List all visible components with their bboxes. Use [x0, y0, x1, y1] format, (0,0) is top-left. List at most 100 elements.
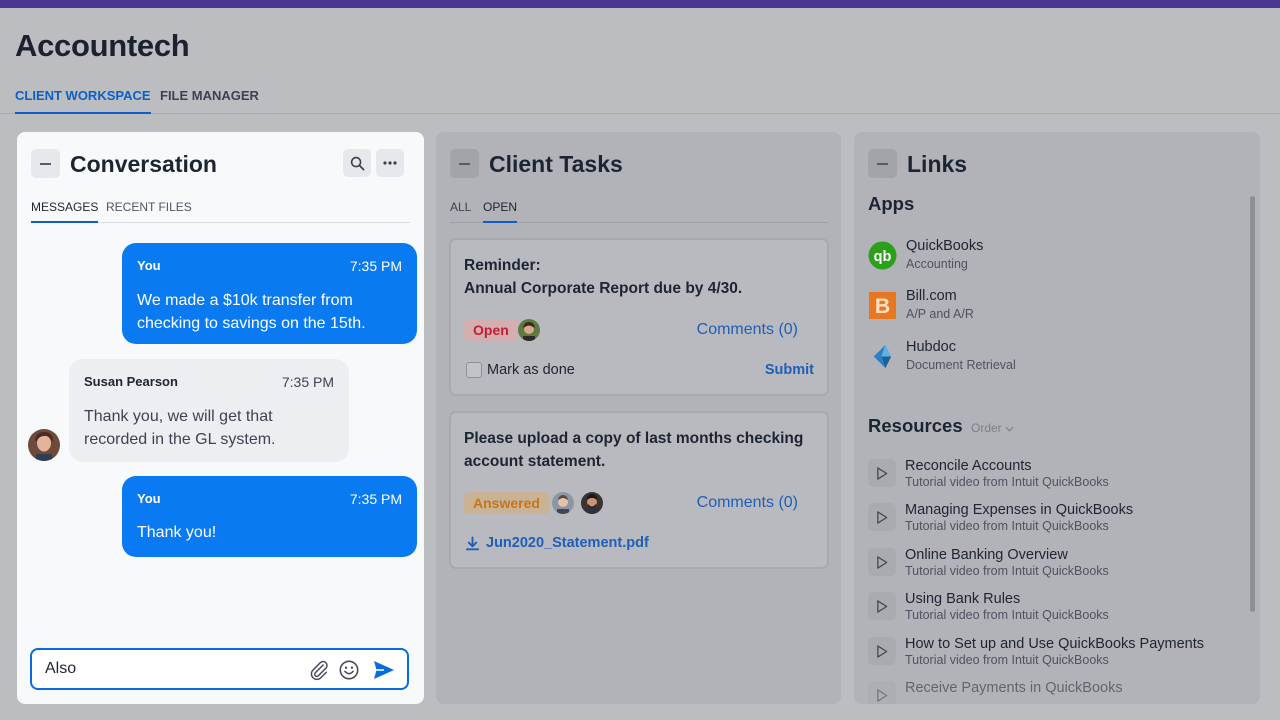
tab-messages[interactable]: MESSAGES [31, 200, 99, 223]
message-time: 7:35 PM [349, 491, 402, 507]
quickbooks-logo-icon: qb [868, 241, 897, 270]
play-icon [877, 555, 888, 569]
tab-client-workspace[interactable]: CLIENT WORKSPACE [15, 88, 151, 114]
order-dropdown[interactable]: Order [971, 421, 1014, 435]
message-sender: You [137, 258, 161, 273]
person-avatar-icon [518, 319, 540, 341]
app-name: QuickBooks [906, 238, 984, 254]
play-button[interactable] [868, 592, 896, 620]
svg-text:qb: qb [874, 249, 892, 265]
message-bubble: Susan Pearson 7:35 PM Thank you, we will… [69, 359, 349, 462]
resource-subtitle: Tutorial video from Intuit QuickBooks [905, 519, 1109, 533]
mark-done-checkbox[interactable] [466, 362, 482, 378]
play-button[interactable] [868, 637, 896, 665]
tab-all[interactable]: ALL [450, 200, 471, 223]
play-icon [877, 466, 888, 480]
message-input[interactable] [45, 659, 295, 679]
links-panel: Links Apps qb QuickBooks Accounting B Bi… [854, 132, 1260, 704]
collapse-tasks-button[interactable] [450, 149, 479, 178]
avatar [518, 319, 540, 341]
app-name: Hubdoc [906, 339, 956, 355]
links-scrollbar[interactable] [1250, 196, 1255, 612]
person-avatar-icon [28, 429, 60, 461]
message-text: Thank you, we will get that recorded in … [84, 408, 276, 448]
message-sender: Susan Pearson [84, 374, 178, 389]
download-icon[interactable] [465, 536, 480, 551]
play-button[interactable] [868, 681, 896, 704]
brand-bar [0, 0, 1280, 8]
app-title: Accountech [15, 28, 190, 63]
task-title-line: Please upload a copy of last months chec… [464, 430, 804, 447]
send-icon [374, 661, 394, 679]
apps-heading: Apps [868, 193, 915, 214]
client-tasks-title: Client Tasks [489, 151, 623, 177]
conversation-tabs: MESSAGES RECENT FILES [31, 190, 410, 223]
emoji-icon [339, 660, 359, 680]
links-title: Links [907, 151, 968, 177]
resource-name: How to Set up and Use QuickBooks Payment… [905, 636, 1205, 652]
app-subtitle: A/P and A/R [906, 307, 974, 321]
resource-subtitle: Tutorial video from Intuit QuickBooks [905, 653, 1109, 667]
paperclip-icon [310, 660, 328, 681]
comments-link[interactable]: Comments (0) [697, 321, 798, 339]
resource-subtitle: Tutorial video from Intuit QuickBooks [905, 475, 1109, 489]
tab-recent-files[interactable]: RECENT FILES [106, 200, 192, 223]
message-time: 7:35 PM [281, 374, 334, 390]
task-title-line: account statement. [464, 453, 606, 470]
tab-file-manager[interactable]: FILE MANAGER [160, 88, 259, 114]
chevron-down-icon [1005, 426, 1014, 432]
hubdoc-logo-icon [873, 344, 892, 369]
minus-icon [459, 162, 470, 165]
resource-name: Online Banking Overview [905, 547, 1068, 563]
send-button[interactable] [372, 658, 396, 682]
message-sender: You [137, 491, 161, 506]
avatar [581, 492, 603, 514]
comments-link[interactable]: Comments (0) [697, 494, 798, 512]
minus-icon [40, 162, 51, 165]
mark-done-label: Mark as done [487, 362, 575, 378]
status-badge: Answered [464, 492, 549, 514]
person-avatar-icon [552, 492, 574, 514]
conversation-title: Conversation [70, 151, 217, 177]
order-label: Order [971, 421, 1002, 435]
collapse-links-button[interactable] [868, 149, 897, 178]
resource-subtitle: Tutorial video from Intuit QuickBooks [905, 564, 1109, 578]
message-bubble: You 7:35 PM Thank you! [122, 476, 417, 557]
task-title-line: Annual Corporate Report due by 4/30. [464, 280, 743, 297]
tasks-tabs: ALL OPEN [450, 190, 828, 223]
person-avatar-icon [581, 492, 603, 514]
more-horizontal-icon [383, 161, 397, 165]
play-button[interactable] [868, 503, 896, 531]
task-title-line: Reminder: [464, 257, 541, 274]
submit-button[interactable]: Submit [765, 362, 814, 378]
message-bubble: You 7:35 PM We made a $10k transfer from… [122, 243, 417, 344]
conversation-panel: Conversation MESSAGES RECENT FILES You 7… [17, 132, 424, 704]
collapse-conversation-button[interactable] [31, 149, 60, 178]
resource-name: Using Bank Rules [905, 591, 1021, 607]
file-link[interactable]: Jun2020_Statement.pdf [486, 535, 649, 551]
status-badge: Open [464, 319, 518, 341]
tab-open[interactable]: OPEN [483, 200, 518, 223]
main-tabs: CLIENT WORKSPACE FILE MANAGER [0, 80, 1280, 114]
play-icon [877, 644, 888, 658]
play-icon [877, 599, 888, 613]
play-icon [877, 688, 888, 702]
task-card: Reminder: Annual Corporate Report due by… [449, 238, 829, 396]
resource-name: Reconcile Accounts [905, 458, 1032, 474]
avatar [28, 429, 60, 461]
attach-button[interactable] [308, 659, 330, 681]
message-text: We made a $10k transfer from checking to… [137, 292, 366, 332]
resource-subtitle: Tutorial video from Intuit QuickBooks [905, 608, 1109, 622]
search-icon [350, 156, 364, 170]
emoji-button[interactable] [338, 659, 360, 681]
play-button[interactable] [868, 459, 896, 487]
client-tasks-panel: Client Tasks ALL OPEN Reminder: Annual C… [436, 132, 841, 704]
more-options-button[interactable] [376, 149, 404, 177]
search-button[interactable] [343, 149, 371, 177]
message-time: 7:35 PM [349, 258, 402, 274]
app-subtitle: Accounting [906, 257, 968, 271]
resource-name: Managing Expenses in QuickBooks [905, 502, 1134, 518]
message-text: Thank you! [137, 524, 217, 541]
minus-icon [877, 162, 888, 165]
play-button[interactable] [868, 548, 896, 576]
